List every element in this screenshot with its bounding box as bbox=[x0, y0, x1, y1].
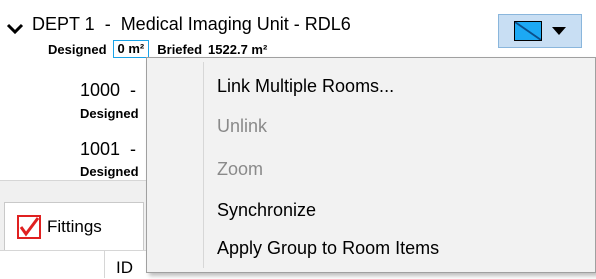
tab-fittings-label: Fittings bbox=[47, 216, 102, 236]
chevron-down-icon bbox=[552, 27, 566, 35]
room-number-1001[interactable]: 1001 - bbox=[80, 139, 136, 160]
menu-icon-gutter bbox=[203, 62, 204, 268]
room-designed-label-1001: Designed bbox=[80, 164, 139, 179]
menu-item-synchronize[interactable]: Synchronize bbox=[217, 200, 316, 221]
designed-value[interactable]: 0 m² bbox=[112, 40, 150, 58]
department-metrics: Designed 0 m² Briefed 1522.7 m² bbox=[48, 40, 267, 58]
room-number-1000[interactable]: 1000 - bbox=[80, 80, 136, 101]
context-menu: Link Multiple Rooms... Unlink Zoom Synch… bbox=[146, 57, 596, 273]
briefed-label: Briefed bbox=[157, 41, 203, 57]
color-swatch-icon bbox=[514, 21, 542, 41]
designed-label: Designed bbox=[48, 41, 107, 57]
collapse-chevron-icon[interactable] bbox=[6, 22, 24, 36]
menu-item-unlink[interactable]: Unlink bbox=[217, 116, 267, 137]
checked-checkbox-icon bbox=[17, 214, 41, 239]
color-dropdown-button[interactable] bbox=[498, 14, 582, 48]
grid-column-divider[interactable] bbox=[104, 250, 105, 278]
grid-header-id[interactable]: ID bbox=[116, 258, 133, 278]
room-designed-label-1000: Designed bbox=[80, 106, 139, 121]
menu-item-zoom[interactable]: Zoom bbox=[217, 159, 263, 180]
tab-fittings[interactable]: Fittings bbox=[4, 202, 144, 250]
menu-item-apply-group[interactable]: Apply Group to Room Items bbox=[217, 238, 439, 259]
menu-item-link-multiple-rooms[interactable]: Link Multiple Rooms... bbox=[217, 76, 394, 97]
briefed-value: 1522.7 m² bbox=[208, 41, 268, 57]
department-title: DEPT 1 - Medical Imaging Unit - RDL6 bbox=[32, 14, 351, 34]
